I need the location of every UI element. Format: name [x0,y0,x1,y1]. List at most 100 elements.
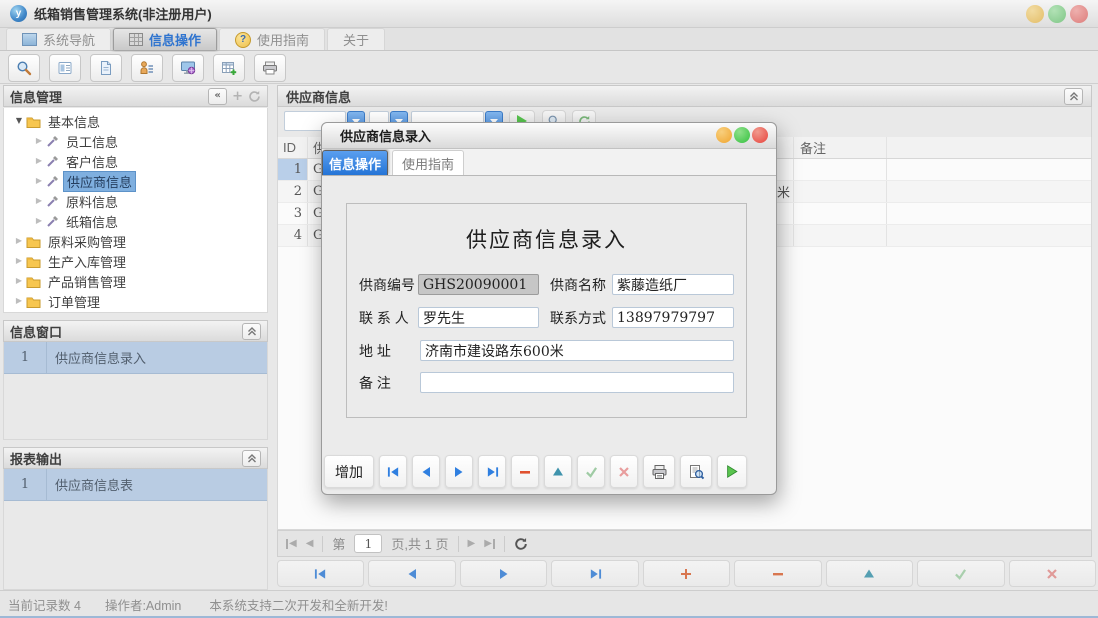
close-button[interactable] [1070,5,1088,23]
monitor-view-button[interactable] [172,54,204,82]
grid-cell-id[interactable]: 3 [278,203,308,224]
tree-item-order-manage[interactable]: ▶ 订单管理 [4,291,267,311]
tree-item-basic-info[interactable]: ▼ 基本信息 [4,111,267,131]
document-button[interactable] [90,54,122,82]
code-field[interactable] [418,274,539,295]
tree-item-product-sales[interactable]: ▶ 产品销售管理 [4,271,267,291]
dialog-tab-info-ops[interactable]: 信息操作 [322,150,388,175]
document-icon [98,60,114,76]
refresh-page-icon[interactable] [514,537,528,551]
dialog-delete-button[interactable] [511,455,539,488]
grid-cell-note[interactable] [794,181,887,202]
maximize-button[interactable] [1048,5,1066,23]
nav-delete-button[interactable] [734,560,821,587]
dialog-post-button[interactable] [577,455,605,488]
nav-cancel-button[interactable] [1009,560,1096,587]
tab-info-ops[interactable]: 信息操作 [113,28,217,50]
operator-label: 操作者:Admin [105,595,181,614]
nav-last-button[interactable] [551,560,638,587]
prev-page-icon[interactable]: ◀ [306,539,314,549]
grid-cell-note[interactable] [794,159,887,180]
grid-header-id[interactable]: ID [278,137,308,158]
tree-item-material-info[interactable]: ▶ 原料信息 [4,191,267,211]
tree-item-supplier-info[interactable]: ▶ 供应商信息 [4,171,267,191]
nav-edit-button[interactable] [826,560,913,587]
collapse-up-icon[interactable] [242,323,261,340]
address-field[interactable] [420,340,734,361]
expand-arrow-icon[interactable]: ▶ [32,197,46,205]
prev-icon [420,466,432,478]
list-item-supplier-entry[interactable]: 1 供应商信息录入 [4,342,267,374]
note-field[interactable] [420,372,734,393]
grid-cell-id[interactable]: 1 [278,159,308,180]
tree-item-production-storage[interactable]: ▶ 生产入库管理 [4,251,267,271]
panel-title: 信息管理 [10,87,62,106]
dialog-cancel-button[interactable] [610,455,638,488]
phone-field[interactable] [612,307,734,328]
first-page-icon[interactable]: ◀ [286,539,297,549]
table-add-button[interactable] [213,54,245,82]
grid-cell-id[interactable]: 2 [278,181,308,202]
last-page-icon[interactable]: ▶ [484,539,495,549]
expand-arrow-icon[interactable]: ▶ [32,137,46,145]
nav-first-button[interactable] [277,560,364,587]
tree-item-material-purchase[interactable]: ▶ 原料采购管理 [4,231,267,251]
add-button-label: 增加 [335,462,363,482]
dialog-edit-button[interactable] [544,455,572,488]
dialog-maximize-button[interactable] [734,127,750,143]
tab-about[interactable]: 关于 [327,28,385,50]
expand-arrow-icon[interactable]: ▶ [32,217,46,225]
expand-arrow-icon[interactable]: ▶ [12,277,26,285]
expand-arrow-icon[interactable]: ▶ [12,237,26,245]
tab-label: 关于 [343,30,369,49]
employee-icon [139,60,155,76]
expand-arrow-icon[interactable]: ▶ [32,177,46,185]
dialog-minimize-button[interactable] [716,127,732,143]
add-button[interactable]: 增加 [324,455,374,488]
tree-item-customer-info[interactable]: ▶ 客户信息 [4,151,267,171]
tree-item-employee-info[interactable]: ▶ 员工信息 [4,131,267,151]
search-button[interactable] [8,54,40,82]
dialog-first-button[interactable] [379,455,407,488]
dialog-close-button[interactable] [752,127,768,143]
tree-item-carton-info[interactable]: ▶ 纸箱信息 [4,211,267,231]
nav-insert-button[interactable] [643,560,730,587]
collapse-up-icon[interactable] [242,450,261,467]
expand-arrow-icon[interactable]: ▶ [12,297,26,305]
nav-post-button[interactable] [917,560,1004,587]
employee-report-button[interactable] [131,54,163,82]
tab-system-nav[interactable]: 系统导航 [6,28,111,50]
folder-icon [26,115,41,128]
dialog-next-button[interactable] [445,455,473,488]
grid-cell-note[interactable] [794,225,887,246]
list-item-supplier-report[interactable]: 1 供应商信息表 [4,469,267,501]
expand-arrow-icon[interactable]: ▼ [12,117,26,125]
nav-prev-button[interactable] [368,560,455,587]
expand-arrow-icon[interactable]: ▶ [32,157,46,165]
contact-field[interactable] [418,307,539,328]
nav-next-button[interactable] [460,560,547,587]
expand-arrow-icon[interactable]: ▶ [12,257,26,265]
printer-button[interactable] [254,54,286,82]
tab-user-guide[interactable]: ? 使用指南 [219,28,325,50]
minimize-button[interactable] [1026,5,1044,23]
refresh-icon[interactable] [248,90,261,103]
add-icon[interactable]: + [232,90,243,103]
dialog-prev-button[interactable] [412,455,440,488]
collapse-up-icon[interactable] [1064,88,1083,105]
grid-header-note[interactable]: 备注 [794,137,887,158]
dialog-run-button[interactable] [717,455,747,488]
collapse-left-icon[interactable]: « [208,88,227,105]
dialog-last-button[interactable] [478,455,506,488]
next-page-icon[interactable]: ▶ [468,539,476,549]
form-view-button[interactable] [49,54,81,82]
grid-cell-filler [887,225,1091,246]
dialog-preview-button[interactable] [680,455,712,488]
dialog-print-button[interactable] [643,455,675,488]
dialog-tab-user-guide[interactable]: 使用指南 [392,150,464,175]
page-number-input[interactable] [354,534,382,553]
grid-cell-id[interactable]: 4 [278,225,308,246]
printer-icon [651,464,668,480]
grid-cell-note[interactable] [794,203,887,224]
name-field[interactable] [612,274,734,295]
